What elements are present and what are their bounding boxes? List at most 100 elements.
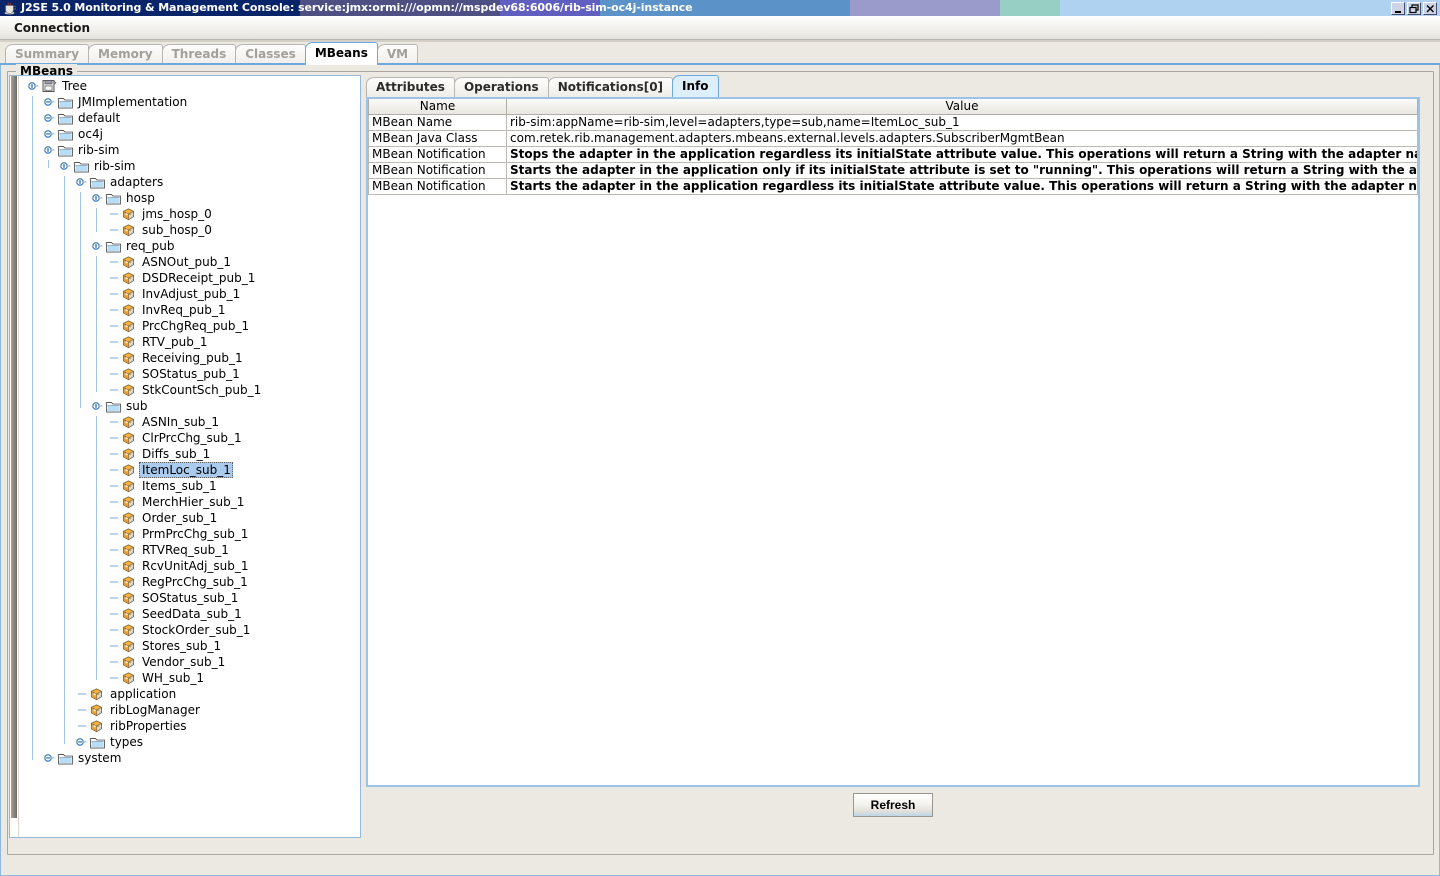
main-tab-classes[interactable]: Classes — [235, 44, 306, 65]
mbean-tree[interactable]: Tree JMImplementation default oc4j rib-sim ri… — [20, 78, 361, 835]
window-title: J2SE 5.0 Monitoring & Management Console… — [21, 1, 693, 14]
table-row[interactable]: MBean Notification Starts the adapter in … — [368, 162, 1418, 179]
tree-node-jmimplementation[interactable]: JMImplementation — [20, 94, 361, 110]
tree-node-sostatus-pub-1[interactable]: SOStatus_pub_1 — [20, 366, 361, 382]
tree-node-hosp[interactable]: hosp — [20, 190, 361, 206]
collapse-handle-icon[interactable] — [90, 238, 106, 254]
menubar: Connection — [0, 16, 1440, 40]
tree-node-receiving-pub-1[interactable]: Receiving_pub_1 — [20, 350, 361, 366]
collapse-handle-icon[interactable] — [90, 190, 106, 206]
tree-node-prcchgreq-pub-1[interactable]: PrcChgReq_pub_1 — [20, 318, 361, 334]
window-titlebar: J2SE 5.0 Monitoring & Management Console… — [0, 0, 1440, 16]
expand-handle-icon[interactable] — [42, 94, 58, 110]
mbean-icon — [122, 463, 139, 477]
info-table-container[interactable]: Name Value MBean Name rib-sim:appName=rib-… — [366, 97, 1420, 787]
tree-leaf-connector-icon — [74, 702, 90, 718]
column-header-value[interactable]: Value — [506, 99, 1418, 115]
main-tab-memory[interactable]: Memory — [88, 44, 163, 65]
mbean-icon — [122, 271, 139, 285]
main-tab-mbeans[interactable]: MBeans — [304, 42, 378, 65]
cell-value: Starts the adapter in the application on… — [506, 162, 1418, 179]
collapse-handle-icon[interactable] — [42, 142, 58, 158]
detail-tab-attributes[interactable]: Attributes — [366, 77, 455, 97]
mbean-icon — [122, 591, 139, 605]
tree-vertical-scrollbar[interactable] — [10, 76, 19, 837]
tree-node-regprcchg-sub-1[interactable]: RegPrcChg_sub_1 — [20, 574, 361, 590]
tree-node-items-sub-1[interactable]: Items_sub_1 — [20, 478, 361, 494]
tree-node-itemloc-sub-1[interactable]: ItemLoc_sub_1 — [20, 462, 361, 478]
collapse-handle-icon[interactable] — [90, 398, 106, 414]
main-tabs-container: Summary Memory Threads Classes MBeans VM — [5, 42, 419, 65]
minimize-button[interactable] — [1391, 2, 1405, 15]
tree-node-label: Tree — [62, 79, 88, 93]
main-tab-threads[interactable]: Threads — [161, 44, 237, 65]
collapse-handle-icon[interactable] — [58, 158, 74, 174]
tree-node-oc4j[interactable]: oc4j — [20, 126, 361, 142]
tree-node-label: StkCountSch_pub_1 — [142, 383, 262, 397]
tree-node-label: Order_sub_1 — [142, 511, 218, 525]
tree-node-system[interactable]: system — [20, 750, 361, 766]
main-tab-label: MBeans — [314, 46, 368, 60]
detail-tab-operations[interactable]: Operations — [453, 77, 549, 97]
tree-node-stockorder-sub-1[interactable]: StockOrder_sub_1 — [20, 622, 361, 638]
table-row[interactable]: MBean Notification Stops the adapter in t… — [368, 146, 1418, 163]
tree-node-dsdreceipt-pub-1[interactable]: DSDReceipt_pub_1 — [20, 270, 361, 286]
tree-node-sub-hosp-0[interactable]: sub_hosp_0 — [20, 222, 361, 238]
expand-handle-icon[interactable] — [74, 734, 90, 750]
tree-node-rib-sim[interactable]: rib-sim — [20, 158, 361, 174]
tree-node-seeddata-sub-1[interactable]: SeedData_sub_1 — [20, 606, 361, 622]
main-tab-vm[interactable]: VM — [376, 44, 419, 65]
tree-node-riblogmanager[interactable]: ribLogManager — [20, 702, 361, 718]
info-table-body: MBean Name rib-sim:appName=rib-sim,level=… — [368, 114, 1418, 195]
tree-root-node[interactable]: Tree — [20, 78, 361, 94]
tree-node-stores-sub-1[interactable]: Stores_sub_1 — [20, 638, 361, 654]
tree-node-label: ItemLoc_sub_1 — [139, 462, 233, 478]
menu-item-connection[interactable]: Connection — [8, 19, 96, 37]
detail-tab-notifications-0-[interactable]: Notifications[0] — [547, 77, 674, 97]
tree-node-types[interactable]: types — [20, 734, 361, 750]
tree-node-clrprcchg-sub-1[interactable]: ClrPrcChg_sub_1 — [20, 430, 361, 446]
column-header-name[interactable]: Name — [368, 99, 507, 115]
collapse-handle-icon[interactable] — [26, 78, 42, 94]
table-row[interactable]: MBean Java Class com.retek.rib.management… — [368, 130, 1418, 147]
collapse-handle-icon[interactable] — [74, 174, 90, 190]
detail-tab-label: Notifications[0] — [557, 80, 664, 94]
tree-node-ribproperties[interactable]: ribProperties — [20, 718, 361, 734]
tree-node-rcvunitadj-sub-1[interactable]: RcvUnitAdj_sub_1 — [20, 558, 361, 574]
tree-node-vendor-sub-1[interactable]: Vendor_sub_1 — [20, 654, 361, 670]
tree-node-default[interactable]: default — [20, 110, 361, 126]
table-row[interactable]: MBean Notification Starts the adapter in … — [368, 178, 1418, 195]
tree-node-application[interactable]: application — [20, 686, 361, 702]
tree-node-sostatus-sub-1[interactable]: SOStatus_sub_1 — [20, 590, 361, 606]
tree-node-asnin-sub-1[interactable]: ASNIn_sub_1 — [20, 414, 361, 430]
tree-node-asnout-pub-1[interactable]: ASNOut_pub_1 — [20, 254, 361, 270]
titlebar-segment — [1060, 0, 1440, 16]
restore-button[interactable] — [1407, 2, 1421, 15]
tree-node-req-pub[interactable]: req_pub — [20, 238, 361, 254]
tree-node-label: RegPrcChg_sub_1 — [142, 575, 248, 589]
table-row[interactable]: MBean Name rib-sim:appName=rib-sim,level=… — [368, 114, 1418, 131]
tree-node-merchhier-sub-1[interactable]: MerchHier_sub_1 — [20, 494, 361, 510]
detail-tab-info[interactable]: Info — [672, 75, 719, 97]
tree-node-invadjust-pub-1[interactable]: InvAdjust_pub_1 — [20, 286, 361, 302]
main-tab-summary[interactable]: Summary — [5, 44, 90, 65]
expand-handle-icon[interactable] — [42, 126, 58, 142]
tree-node-prmprcchg-sub-1[interactable]: PrmPrcChg_sub_1 — [20, 526, 361, 542]
cell-name: MBean Notification — [368, 178, 507, 195]
expand-handle-icon[interactable] — [42, 110, 58, 126]
tree-node-rib-sim[interactable]: rib-sim — [20, 142, 361, 158]
refresh-button[interactable]: Refresh — [853, 793, 933, 817]
tree-node-rtv-pub-1[interactable]: RTV_pub_1 — [20, 334, 361, 350]
close-button[interactable] — [1423, 2, 1437, 15]
tree-node-stkcountsch-pub-1[interactable]: StkCountSch_pub_1 — [20, 382, 361, 398]
tree-node-rtvreq-sub-1[interactable]: RTVReq_sub_1 — [20, 542, 361, 558]
tree-node-adapters[interactable]: adapters — [20, 174, 361, 190]
tree-node-sub[interactable]: sub — [20, 398, 361, 414]
tree-scrollbar-thumb[interactable] — [11, 76, 17, 818]
tree-node-wh-sub-1[interactable]: WH_sub_1 — [20, 670, 361, 686]
tree-node-jms-hosp-0[interactable]: jms_hosp_0 — [20, 206, 361, 222]
tree-node-order-sub-1[interactable]: Order_sub_1 — [20, 510, 361, 526]
expand-handle-icon[interactable] — [42, 750, 58, 766]
tree-node-diffs-sub-1[interactable]: Diffs_sub_1 — [20, 446, 361, 462]
tree-node-invreq-pub-1[interactable]: InvReq_pub_1 — [20, 302, 361, 318]
